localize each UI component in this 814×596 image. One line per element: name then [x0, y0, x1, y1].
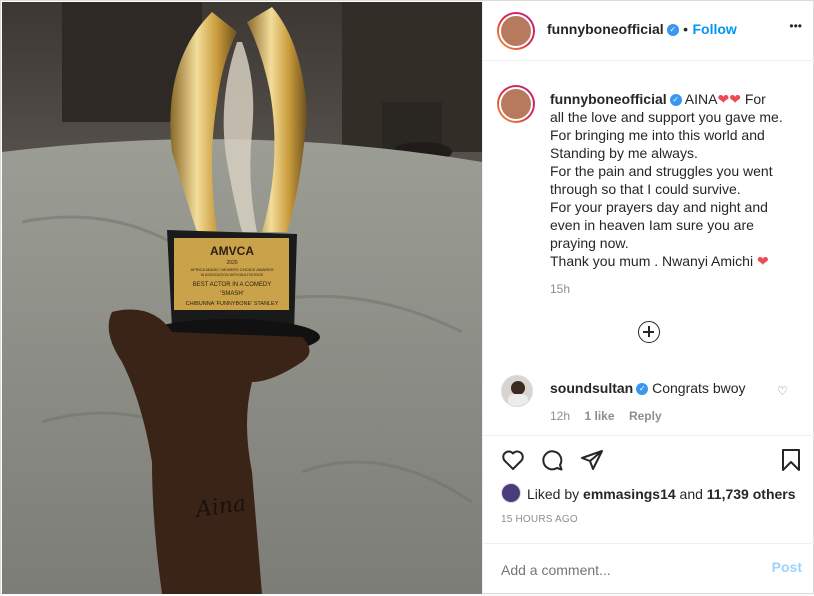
follow-button[interactable]: Follow [692, 21, 736, 37]
caption-avatar[interactable] [497, 85, 535, 123]
caption-username[interactable]: funnyboneofficial [550, 91, 667, 107]
comment-row: soundsultan ✓ Congrats bwoy 12h 1 like Re… [550, 379, 770, 425]
caption-first-word: AINA [684, 91, 718, 107]
caption-line-9: Thank you mum . Nwanyi Amichi ❤ [550, 252, 806, 270]
trophy-logo: AMVCA [210, 244, 254, 258]
comment-like-heart-icon[interactable]: ♡ [777, 384, 788, 398]
action-bar: Liked by emmasings14 and 11,739 others 1… [483, 435, 814, 525]
commenter-avatar[interactable] [501, 375, 533, 407]
load-more-comments-icon[interactable] [638, 321, 660, 343]
author-avatar[interactable] [497, 12, 535, 50]
share-paper-plane-icon[interactable] [580, 448, 604, 472]
comment-text: Congrats bwoy [652, 380, 746, 396]
caption-line-9-text: Thank you mum . Nwanyi Amichi [550, 253, 754, 269]
like-heart-icon[interactable] [501, 448, 525, 472]
caption-line-5: through so that I could survive. [550, 181, 741, 197]
heart-emoji-icon: ❤❤ [717, 91, 741, 107]
trophy-winner: CHIBUNNA 'FUNNYBONE' STANLEY [186, 301, 279, 307]
post-header: funnyboneofficial ✓ • Follow ••• [483, 1, 814, 61]
caption-time[interactable]: 15h [550, 282, 806, 296]
more-options-icon[interactable]: ••• [789, 19, 802, 33]
likes-user[interactable]: emmasings14 [583, 486, 676, 502]
caption-first-line: funnyboneofficial ✓ AINA❤❤ For [550, 90, 806, 108]
post-side-panel: funnyboneofficial ✓ • Follow ••• funnybon… [482, 1, 814, 595]
caption-line-0: For [744, 91, 766, 107]
liker-avatar[interactable] [501, 483, 521, 503]
heart-emoji-icon: ❤ [756, 253, 769, 269]
add-comment-input[interactable] [499, 558, 753, 582]
likes-others[interactable]: 11,739 others [707, 486, 796, 502]
comment-meta: 12h 1 like Reply [550, 407, 770, 425]
post-dialog: AMVCA 2020 AFRICA MAGIC VIEWERS CHOICE A… [0, 0, 814, 595]
trophy-film: 'SMASH' [220, 291, 244, 297]
save-bookmark-icon[interactable] [779, 448, 803, 472]
caption-line-1: all the love and support you gave me. [550, 109, 783, 125]
caption-verified-icon: ✓ [669, 94, 682, 107]
trophy-org1: AFRICA MAGIC VIEWERS CHOICE AWARDS [190, 267, 273, 272]
header-username[interactable]: funnyboneofficial [547, 21, 664, 37]
trophy-category: BEST ACTOR IN A COMEDY [193, 282, 271, 288]
post-comment-button[interactable]: Post [772, 559, 802, 575]
caption-line-7: even in heaven Iam sure you are [550, 217, 754, 233]
caption-line-3: Standing by me always. [550, 145, 698, 161]
post-timestamp[interactable]: 15 HOURS AGO [501, 514, 578, 525]
add-comment-bar: Post [483, 543, 814, 596]
caption-line-6: For your prayers day and night and [550, 199, 768, 215]
comment-likes[interactable]: 1 like [584, 409, 614, 423]
comment-bubble-icon[interactable] [540, 448, 564, 472]
follow-separator: • [683, 21, 689, 37]
comment-time[interactable]: 12h [550, 409, 570, 423]
comment-body: soundsultan ✓ Congrats bwoy [550, 379, 770, 397]
likes-summary: Liked by emmasings14 and 11,739 others [527, 486, 796, 502]
trophy-org2: IN ASSOCIATION WITH MULTICHOICE [201, 273, 264, 277]
caption-line-4: For the pain and struggles you went [550, 163, 773, 179]
post-photo[interactable]: AMVCA 2020 AFRICA MAGIC VIEWERS CHOICE A… [2, 2, 482, 594]
header-author-row: funnyboneofficial ✓ • Follow [547, 21, 737, 39]
comment-username[interactable]: soundsultan [550, 380, 633, 396]
caption-line-2: For bringing me into this world and [550, 127, 765, 143]
trophy-photo: AMVCA 2020 AFRICA MAGIC VIEWERS CHOICE A… [2, 2, 482, 594]
likes-prefix: Liked by [527, 486, 580, 502]
caption: funnyboneofficial ✓ AINA❤❤ For all the lo… [550, 90, 806, 296]
likes-and: and [679, 486, 703, 502]
comment-verified-icon: ✓ [636, 383, 649, 396]
trophy-year: 2020 [226, 260, 237, 266]
verified-badge-icon: ✓ [666, 23, 679, 36]
comment-reply-button[interactable]: Reply [629, 409, 662, 423]
caption-line-8: praying now. [550, 235, 629, 251]
